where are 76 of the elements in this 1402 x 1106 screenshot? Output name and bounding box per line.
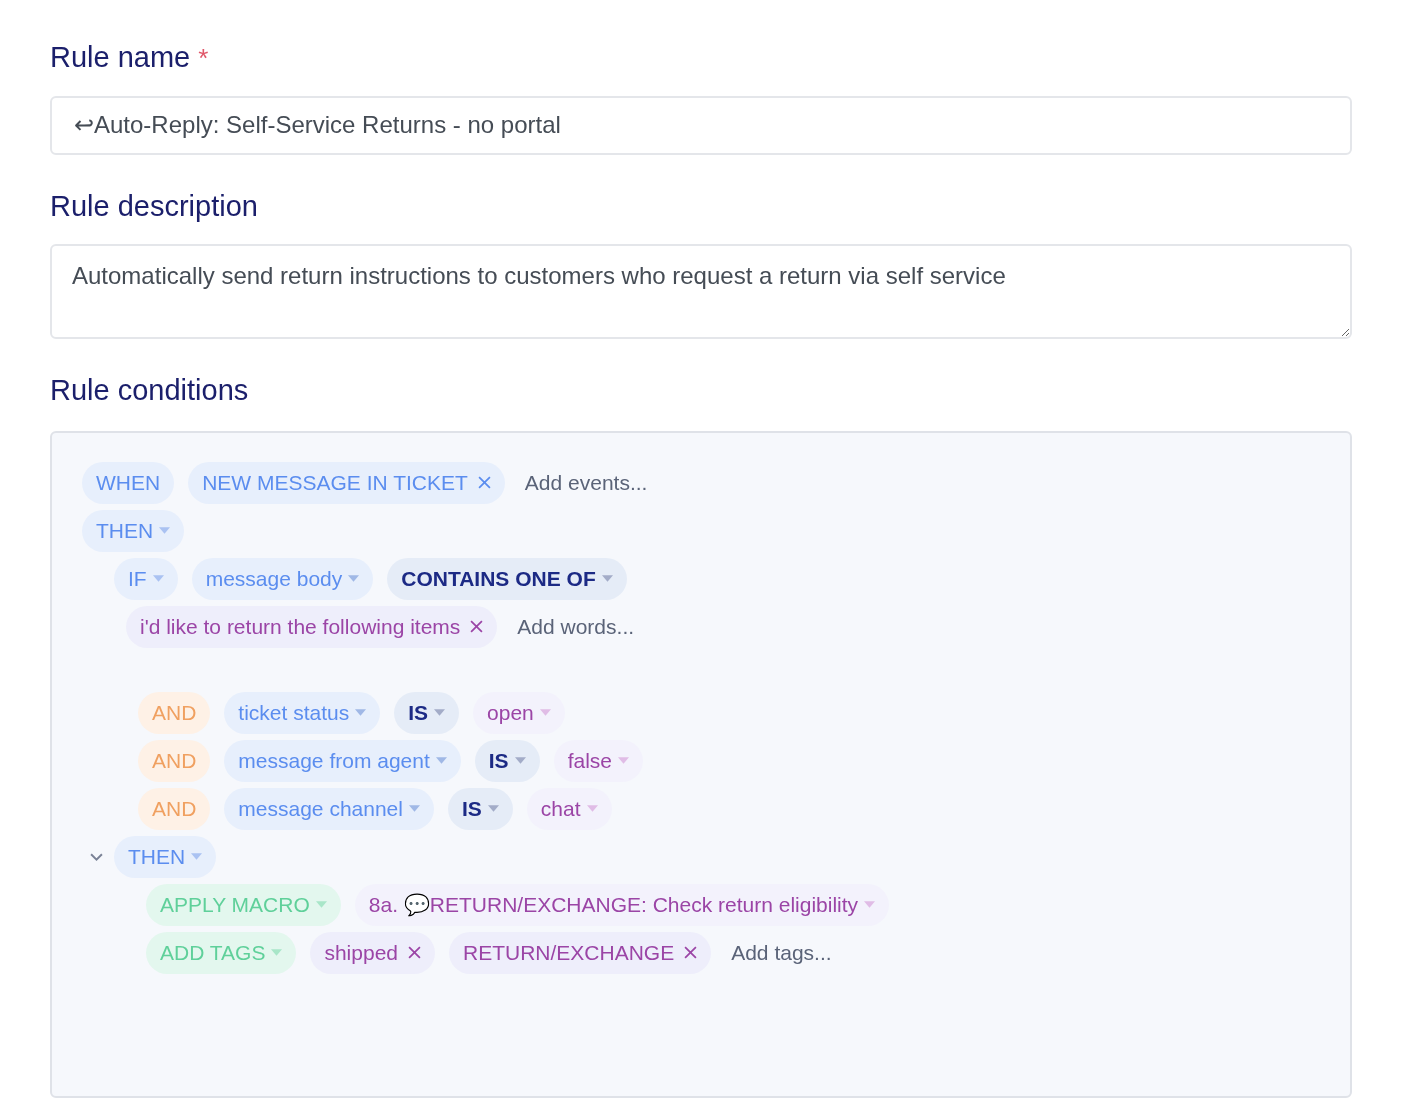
caret-icon: [315, 901, 327, 908]
dropdown-chip[interactable]: THEN: [82, 509, 185, 552]
rule-description-field[interactable]: Automatically send return instructions to customers who request a return via self service: [50, 244, 1352, 339]
chip-label: IS: [461, 795, 482, 822]
dropdown-chip[interactable]: 8a. 💬RETURN/EXCHANGE: Check return eligibility: [354, 883, 890, 926]
caret-icon: [159, 527, 171, 534]
close-icon[interactable]: [470, 620, 484, 633]
add-input-placeholder[interactable]: Add events...: [524, 466, 648, 499]
chip-label: ADD TAGS: [160, 939, 266, 966]
caret-icon: [355, 709, 367, 716]
dropdown-chip[interactable]: message channel: [224, 787, 434, 830]
caret-icon: [514, 757, 526, 764]
caret-icon: [618, 757, 629, 764]
close-icon[interactable]: [408, 946, 421, 959]
caret-icon: [408, 805, 420, 812]
caret-icon: [586, 805, 598, 812]
chip-label: AND: [152, 699, 197, 726]
chip-label: 8a. 💬RETURN/EXCHANGE: Check return eligibility: [368, 891, 859, 919]
chip-label: open: [487, 699, 534, 726]
dropdown-chip[interactable]: IF: [114, 557, 178, 600]
chip-label: AND: [152, 747, 197, 774]
chip-label: chat: [540, 795, 581, 822]
dropdown-chip[interactable]: IS: [394, 691, 460, 734]
close-icon[interactable]: [477, 476, 491, 489]
caret-icon: [601, 575, 613, 582]
chip-label: IS: [408, 699, 429, 726]
caret-icon: [348, 575, 360, 582]
caret-icon: [191, 853, 203, 860]
tag-chip[interactable]: i'd like to return the following items: [126, 605, 498, 648]
chip-label: WHEN: [96, 469, 161, 496]
dropdown-chip[interactable]: ticket status: [224, 691, 381, 734]
dropdown-chip[interactable]: message from agent: [224, 739, 461, 782]
caret-icon: [435, 757, 447, 764]
close-icon[interactable]: [684, 946, 698, 959]
chip-label: AND: [152, 795, 197, 822]
dropdown-chip[interactable]: false: [553, 739, 643, 782]
chip-label: shipped: [324, 939, 398, 966]
field-label: Rule description: [50, 188, 259, 224]
chip-label: IF: [128, 565, 147, 592]
chip-label: THEN: [96, 517, 154, 544]
dropdown-chip[interactable]: message body: [191, 557, 374, 600]
caret-icon: [152, 575, 164, 582]
field-label: Rule name: [50, 40, 191, 75]
chip-label: ticket status: [238, 699, 350, 726]
field-label: Rule conditions: [50, 373, 250, 408]
rule-name-field[interactable]: ↩Auto-Reply: Self-Service Returns - no portal: [50, 95, 1352, 155]
caret-icon: [539, 709, 551, 716]
required-mark: *: [198, 42, 209, 75]
dropdown-chip[interactable]: IS: [447, 787, 513, 830]
caret-icon: [864, 901, 876, 908]
chip-label: CONTAINS ONE OF: [401, 565, 596, 592]
caret-icon: [487, 805, 499, 812]
dropdown-chip[interactable]: WHEN: [82, 461, 175, 504]
dropdown-chip[interactable]: chat: [526, 787, 612, 830]
chevron-down-icon[interactable]: [90, 852, 103, 862]
dropdown-chip[interactable]: open: [473, 691, 565, 734]
dropdown-chip[interactable]: IS: [474, 739, 540, 782]
chip-label: IS: [488, 747, 509, 774]
chip-label: message from agent: [238, 747, 430, 774]
caret-icon: [271, 949, 283, 956]
dropdown-chip[interactable]: CONTAINS ONE OF: [387, 557, 627, 600]
chip-label: RETURN/EXCHANGE: [463, 939, 675, 966]
tag-chip[interactable]: RETURN/EXCHANGE: [449, 931, 712, 974]
add-input-placeholder[interactable]: Add tags...: [731, 936, 832, 969]
caret-icon: [434, 709, 446, 716]
chip-label: APPLY MACRO: [160, 891, 310, 918]
chip-label: message channel: [238, 795, 403, 822]
dropdown-chip[interactable]: THEN: [114, 835, 217, 878]
tag-chip[interactable]: NEW MESSAGE IN TICKET: [188, 461, 505, 504]
chip-label: NEW MESSAGE IN TICKET: [202, 469, 468, 496]
add-input-placeholder[interactable]: Add words...: [517, 610, 635, 643]
chip-label: false: [567, 747, 612, 774]
chip-label: message body: [205, 565, 343, 592]
chip-label: THEN: [128, 843, 186, 870]
tag-chip[interactable]: shipped: [310, 931, 435, 974]
chip-label: i'd like to return the following items: [140, 613, 461, 640]
